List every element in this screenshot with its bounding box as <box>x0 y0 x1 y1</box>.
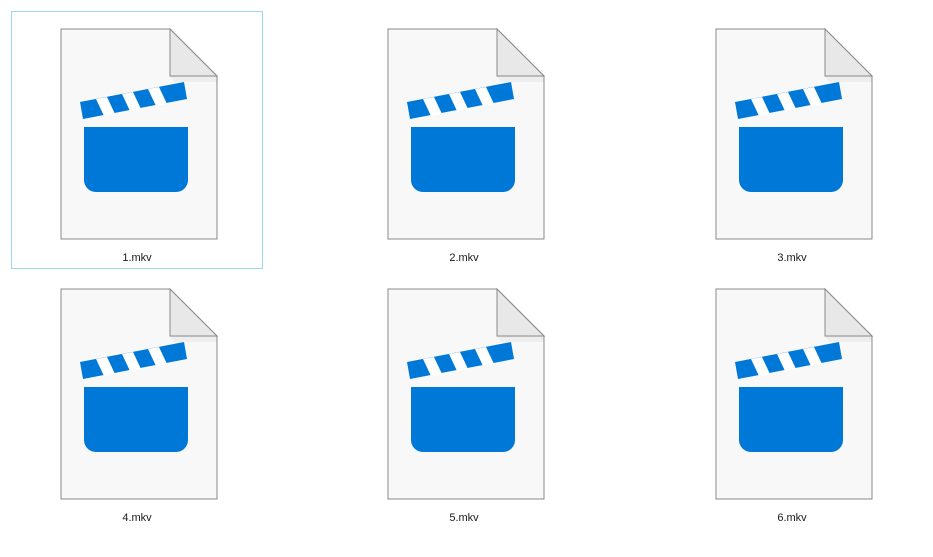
video-file-icon <box>387 288 545 500</box>
file-name[interactable]: 2.mkv <box>339 251 589 265</box>
file-name[interactable]: 1.mkv <box>12 251 262 265</box>
video-file-icon <box>715 288 873 500</box>
file-name[interactable]: 3.mkv <box>667 251 917 265</box>
file-item[interactable]: 3.mkv <box>666 11 918 269</box>
file-name[interactable]: 4.mkv <box>12 511 262 525</box>
file-item[interactable]: 1.mkv <box>11 11 263 269</box>
video-file-icon <box>715 28 873 240</box>
video-file-icon <box>387 28 545 240</box>
file-item[interactable]: 2.mkv <box>338 11 590 269</box>
file-name[interactable]: 5.mkv <box>339 511 589 525</box>
file-item[interactable]: 4.mkv <box>11 271 263 529</box>
file-item[interactable]: 5.mkv <box>338 271 590 529</box>
file-name[interactable]: 6.mkv <box>667 511 917 525</box>
video-file-icon <box>60 28 218 240</box>
file-item[interactable]: 6.mkv <box>666 271 918 529</box>
video-file-icon <box>60 288 218 500</box>
